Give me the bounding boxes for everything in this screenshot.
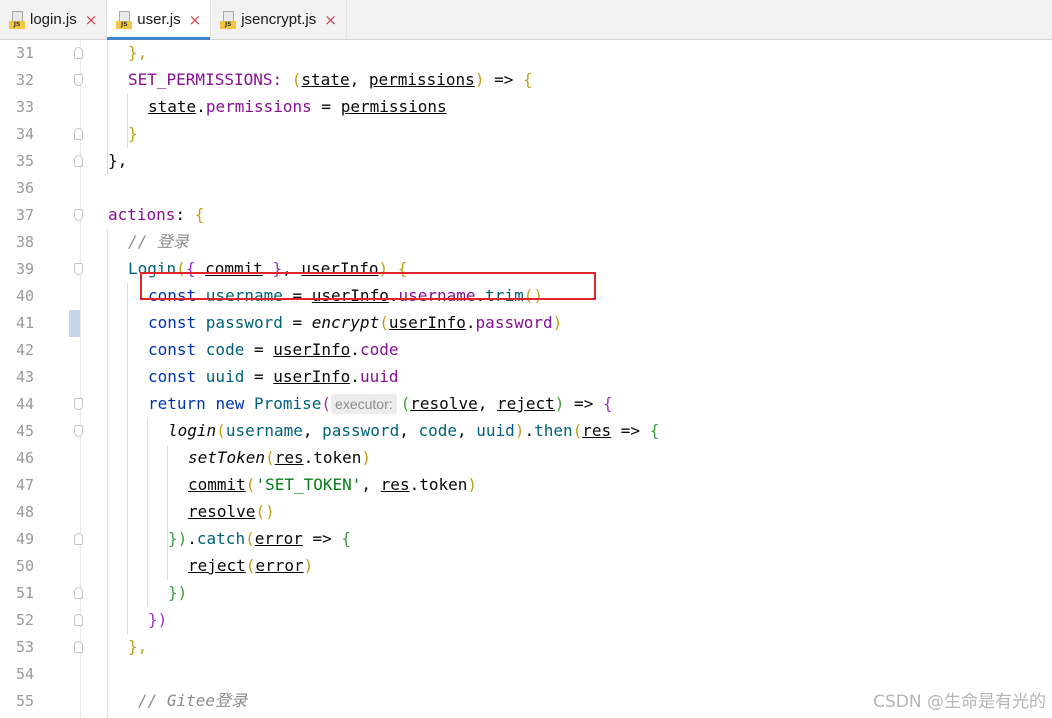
code-line: 34 } — [0, 121, 1052, 148]
vcs-change-marker[interactable] — [69, 310, 80, 337]
fold-marker[interactable] — [74, 209, 83, 221]
line-number: 46 — [15, 449, 34, 467]
fold-marker[interactable] — [74, 587, 83, 599]
line-number: 32 — [15, 71, 34, 89]
watermark: CSDN @生命是有光的 — [873, 692, 1046, 712]
line-number: 52 — [15, 611, 34, 629]
fold-marker[interactable] — [74, 155, 83, 167]
code-line: 50 reject(error) — [0, 553, 1052, 580]
editor-tab-bar: JS login.js × JS user.js × JS jsencrypt.… — [0, 0, 1052, 40]
tab-label: jsencrypt.js — [241, 11, 317, 28]
code-line: 31 }, — [0, 40, 1052, 67]
code-line: 45 login(username, password, code, uuid)… — [0, 418, 1052, 445]
line-number: 39 — [15, 260, 34, 278]
line-number: 37 — [15, 206, 34, 224]
line-number: 38 — [15, 233, 34, 251]
code-line: 47 commit('SET_TOKEN', res.token) — [0, 472, 1052, 499]
line-number: 33 — [15, 98, 34, 116]
close-icon[interactable]: × — [85, 11, 98, 29]
code-line: 36 — [0, 175, 1052, 202]
close-icon[interactable]: × — [189, 11, 202, 29]
code-line: 51 }) — [0, 580, 1052, 607]
code-editor[interactable]: 31 }, 32 SET_PERMISSIONS: (state, permis… — [0, 40, 1052, 718]
line-number: 42 — [15, 341, 34, 359]
code-line: 43 const uuid = userInfo.uuid — [0, 364, 1052, 391]
code-line: 42 const code = userInfo.code — [0, 337, 1052, 364]
tab-label: login.js — [30, 11, 77, 28]
line-number: 40 — [15, 287, 34, 305]
tab-label: user.js — [137, 11, 181, 28]
line-number: 43 — [15, 368, 34, 386]
code-line: 35 }, — [0, 148, 1052, 175]
code-line: 53 }, — [0, 634, 1052, 661]
line-number: 53 — [15, 638, 34, 656]
code-line: 52 }) — [0, 607, 1052, 634]
fold-marker[interactable] — [74, 47, 83, 59]
line-number: 35 — [15, 152, 34, 170]
line-number: 34 — [15, 125, 34, 143]
tab-user-js[interactable]: JS user.js × — [107, 0, 212, 40]
line-number: 45 — [15, 422, 34, 440]
js-file-icon: JS — [116, 10, 133, 29]
line-number: 51 — [15, 584, 34, 602]
code-comment: // Gitee — [138, 691, 216, 710]
code-line: 37 actions: { — [0, 202, 1052, 229]
highlight-annotation-box — [140, 272, 596, 300]
line-number: 48 — [15, 503, 34, 521]
fold-marker[interactable] — [74, 614, 83, 626]
line-number: 55 — [15, 692, 34, 710]
fold-marker[interactable] — [74, 398, 83, 410]
parameter-hint: executor: — [331, 394, 397, 414]
close-icon[interactable]: × — [324, 11, 337, 29]
code-line: 54 — [0, 661, 1052, 688]
fold-marker[interactable] — [74, 263, 83, 275]
code-line: 49 }).catch(error => { — [0, 526, 1052, 553]
fold-marker[interactable] — [74, 128, 83, 140]
code-comment: // 登录 — [128, 232, 189, 251]
code-line: 46 setToken(res.token) — [0, 445, 1052, 472]
fold-marker[interactable] — [74, 533, 83, 545]
line-number: 31 — [15, 44, 34, 62]
line-number: 49 — [15, 530, 34, 548]
fold-marker[interactable] — [74, 425, 83, 437]
line-number: 44 — [15, 395, 34, 413]
js-file-icon: JS — [220, 10, 237, 29]
code-line: 41 const password = encrypt(userInfo.pas… — [0, 310, 1052, 337]
code-line: 48 resolve() — [0, 499, 1052, 526]
code-line: 44 return new Promise(executor: (resolve,… — [0, 391, 1052, 418]
line-number: 50 — [15, 557, 34, 575]
code-line: 33 state.permissions = permissions — [0, 94, 1052, 121]
fold-marker[interactable] — [74, 641, 83, 653]
js-file-icon: JS — [9, 10, 25, 29]
line-number: 47 — [15, 476, 34, 494]
code-line: 32 SET_PERMISSIONS: (state, permissions)… — [0, 67, 1052, 94]
code-line: 38 // 登录 — [0, 229, 1052, 256]
fold-marker[interactable] — [74, 74, 83, 86]
line-number: 36 — [15, 179, 34, 197]
tab-login-js[interactable]: JS login.js × — [0, 0, 108, 39]
line-number: 54 — [15, 665, 34, 683]
tab-jsencrypt-js[interactable]: JS jsencrypt.js × — [211, 0, 347, 39]
line-number: 41 — [15, 314, 34, 332]
